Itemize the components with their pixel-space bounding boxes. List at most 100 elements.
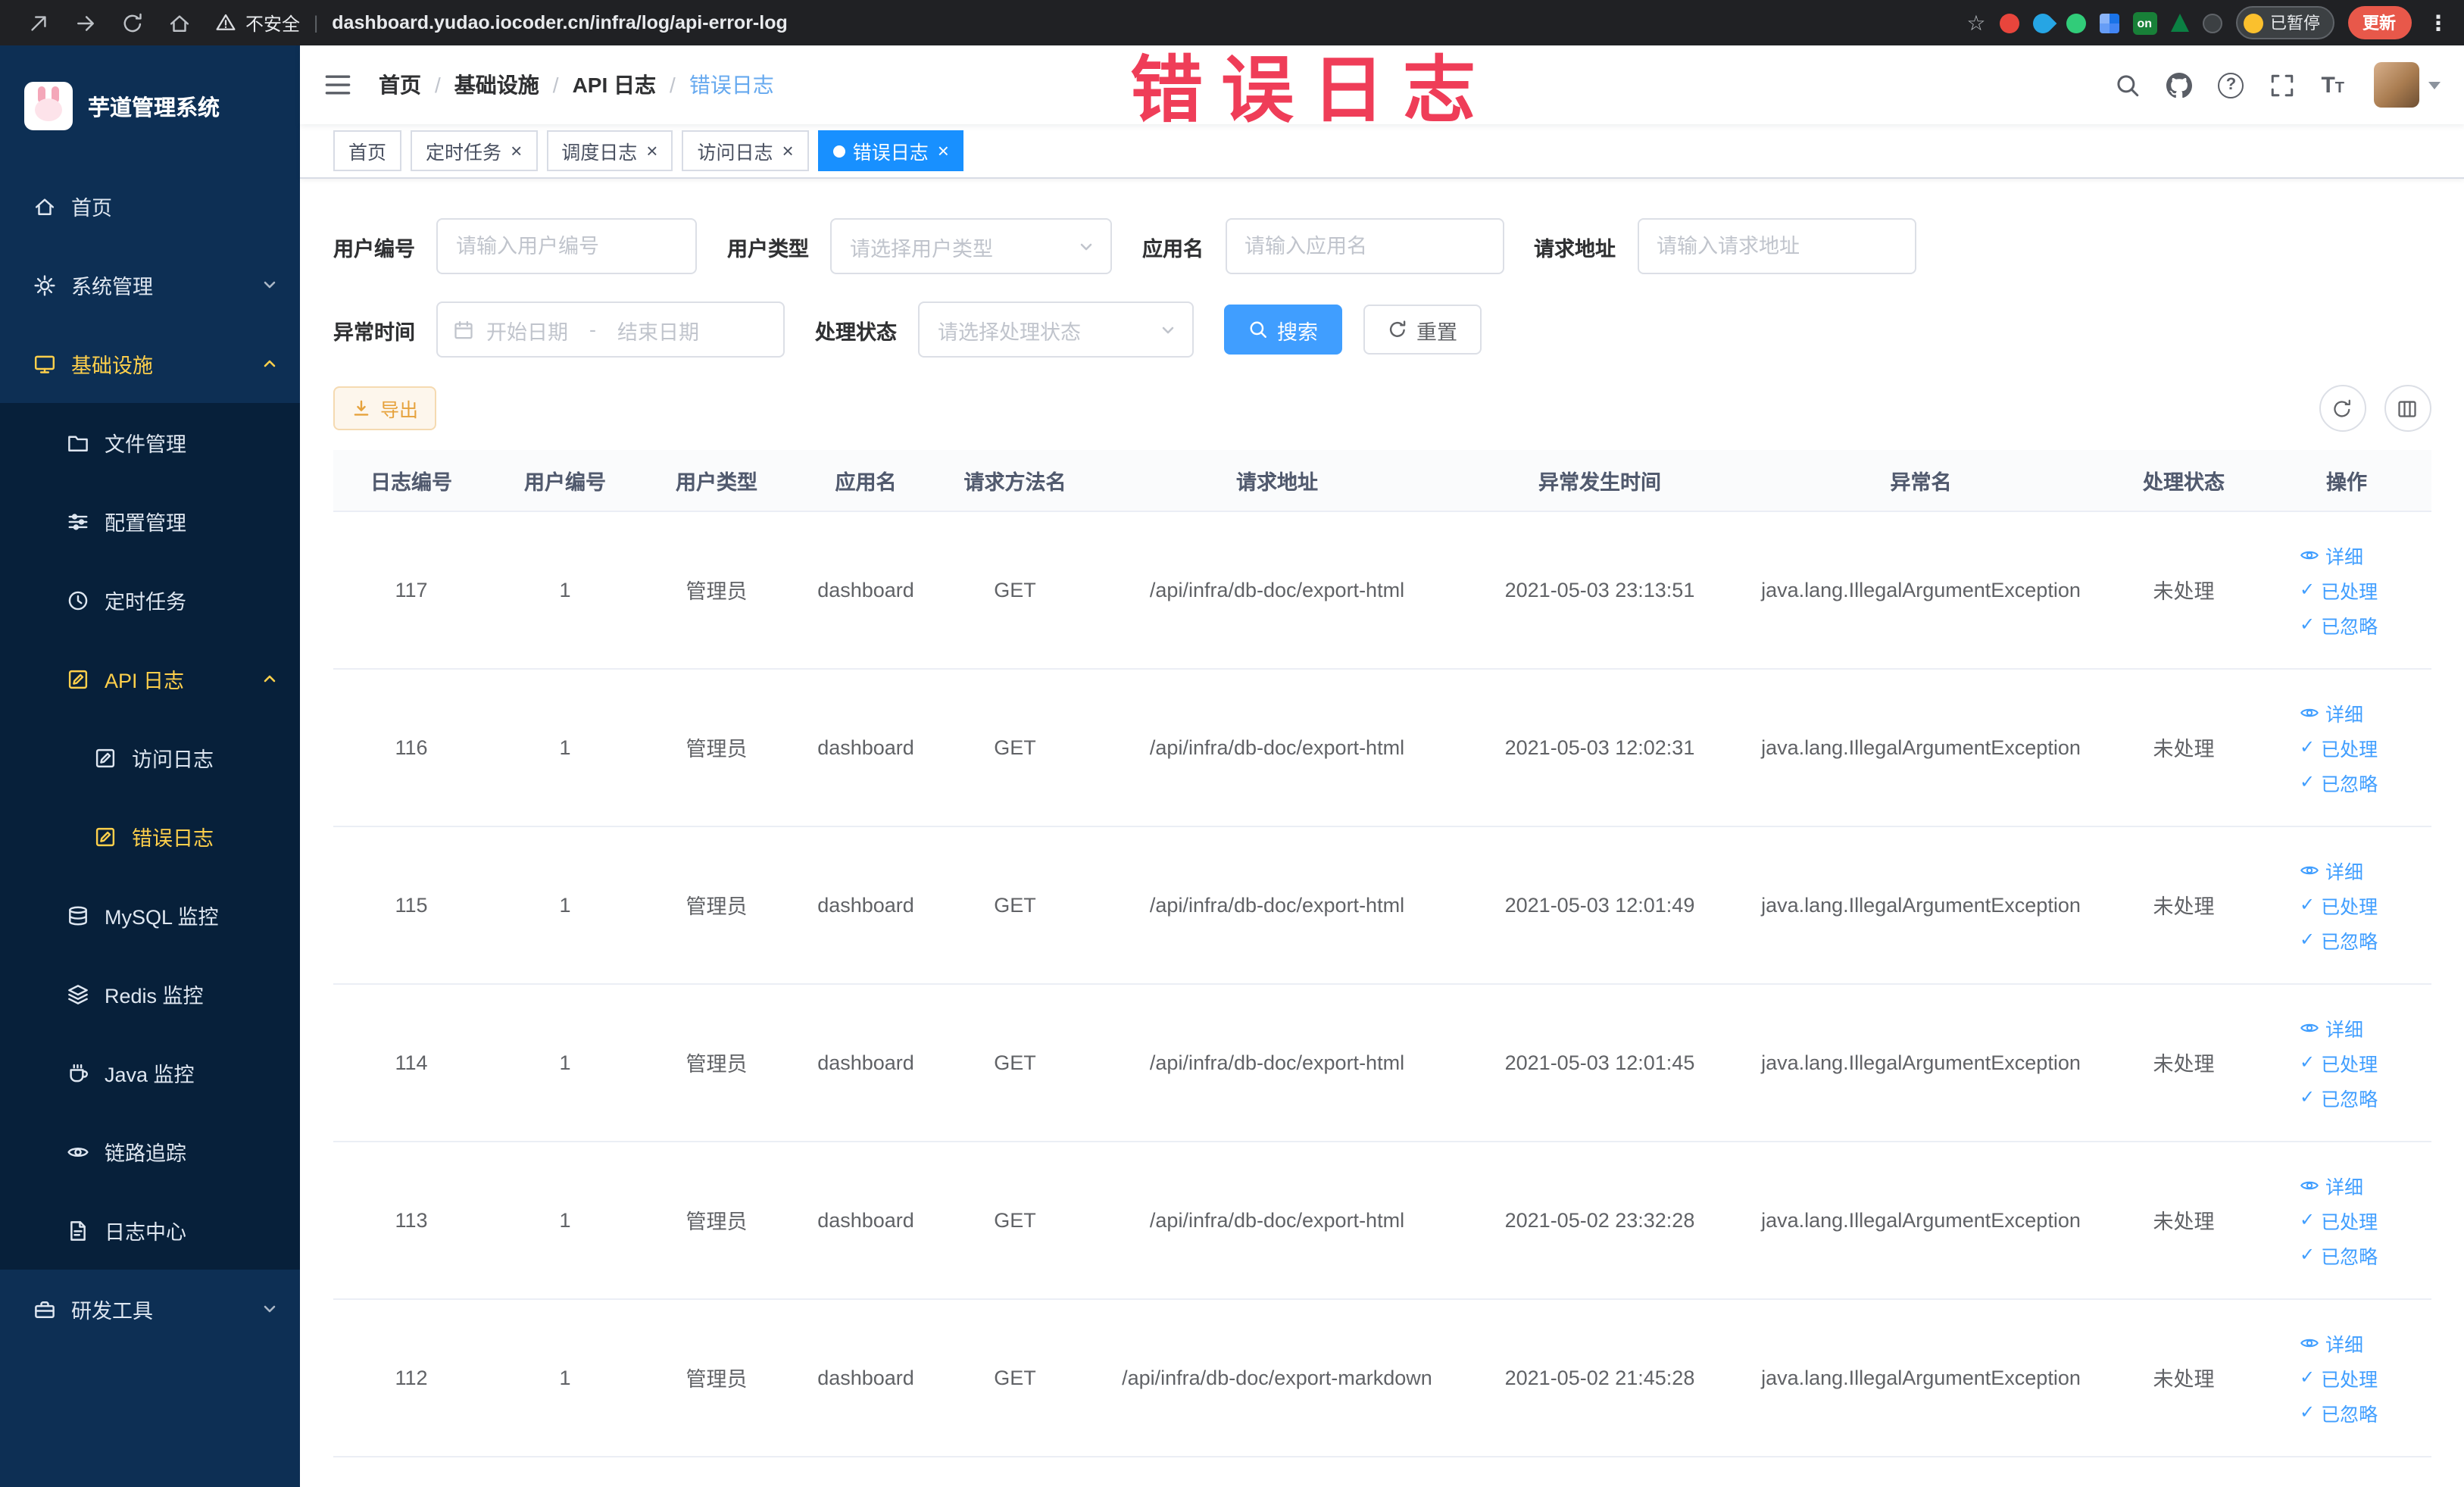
detail-link[interactable]: 详细 (2300, 540, 2363, 569)
sidebar-item-scheduled-jobs[interactable]: 定时任务 (0, 561, 300, 639)
browser-home-icon[interactable] (168, 11, 191, 34)
logo-image (24, 82, 73, 130)
sidebar-item-config-management[interactable]: 配置管理 (0, 482, 300, 561)
sidebar-item-error-log[interactable]: 错误日志 (0, 797, 300, 876)
breadcrumb-separator: / (435, 73, 441, 97)
sidebar-item-file-management[interactable]: 文件管理 (0, 403, 300, 482)
font-size-icon[interactable]: TT (2321, 72, 2344, 98)
sidebar-item-infrastructure[interactable]: 基础设施 (0, 324, 300, 403)
check-icon: ✓ (2300, 894, 2316, 915)
detail-link[interactable]: 详细 (2300, 698, 2363, 726)
user-id-label: 用户编号 (333, 237, 415, 260)
extension-icon[interactable] (2028, 8, 2056, 37)
app-logo[interactable]: 芋道管理系统 (0, 45, 300, 167)
refresh-icon (2331, 398, 2353, 419)
user-menu[interactable] (2373, 62, 2440, 108)
export-button[interactable]: 导出 (333, 386, 437, 430)
calendar-icon (453, 319, 474, 340)
browser-update-button[interactable]: 更新 (2347, 6, 2411, 39)
mark-processed-link[interactable]: ✓ 已处理 (2300, 890, 2378, 919)
app-name-input[interactable] (1225, 218, 1504, 274)
status-badge: 未处理 (2106, 1298, 2262, 1457)
reload-icon[interactable] (121, 11, 144, 34)
detail-link[interactable]: 详细 (2300, 855, 2363, 884)
paused-badge[interactable]: 已暂停 (2235, 6, 2334, 39)
toolbox-icon (33, 1298, 56, 1320)
extension-icon[interactable] (2170, 14, 2188, 32)
fullscreen-icon[interactable] (2269, 72, 2295, 98)
mark-processed-link[interactable]: ✓ 已处理 (2300, 1048, 2378, 1076)
sidebar-item-system-management[interactable]: 系统管理 (0, 245, 300, 324)
extension-on-badge[interactable]: on (2132, 11, 2156, 34)
extension-icon[interactable] (2066, 13, 2086, 33)
sidebar-item-dev-tools[interactable]: 研发工具 (0, 1270, 300, 1348)
breadcrumb-item[interactable]: 基础设施 (454, 70, 539, 100)
column-settings-button[interactable] (2384, 385, 2431, 432)
search-button[interactable]: 搜索 (1224, 305, 1342, 355)
breadcrumb: 首页 / 基础设施 / API 日志 / 错误日志 (379, 70, 774, 100)
detail-link[interactable]: 详细 (2300, 1170, 2363, 1199)
sidebar-item-java-monitor[interactable]: Java 监控 (0, 1033, 300, 1112)
mark-processed-link[interactable]: ✓ 已处理 (2300, 575, 2378, 604)
process-status-select[interactable]: 请选择处理状态 (918, 301, 1194, 358)
navbar-actions: ? TT (2115, 62, 2440, 108)
address-bar[interactable]: 不安全 | dashboard.yudao.iocoder.cn/infra/l… (215, 10, 788, 36)
extension-icon[interactable] (1999, 13, 2019, 33)
mark-ignored-link[interactable]: ✓ 已忽略 (2300, 1398, 2378, 1426)
forward-icon[interactable] (74, 11, 97, 34)
mark-ignored-link[interactable]: ✓ 已忽略 (2300, 1240, 2378, 1269)
main-panel: 首页 / 基础设施 / API 日志 / 错误日志 ? TT 首页 定时任务 ×… (300, 45, 2464, 1487)
tab-scheduled-jobs[interactable]: 定时任务 × (411, 130, 538, 171)
sidebar-item-home[interactable]: 首页 (0, 167, 300, 245)
table-row: 113 1 管理员 dashboard GET /api/infra/db-do… (333, 1141, 2431, 1299)
sidebar-item-access-log[interactable]: 访问日志 (0, 718, 300, 797)
user-id-input[interactable] (436, 218, 697, 274)
document-icon (67, 1219, 89, 1242)
mark-processed-link[interactable]: ✓ 已处理 (2300, 733, 2378, 761)
request-url-input[interactable] (1637, 218, 1916, 274)
sidebar-item-redis-monitor[interactable]: Redis 监控 (0, 954, 300, 1033)
sidebar-item-trace[interactable]: 链路追踪 (0, 1112, 300, 1191)
extension-icon[interactable] (2099, 13, 2119, 33)
tab-access-log[interactable]: 访问日志 × (682, 130, 809, 171)
user-type-select[interactable]: 请选择用户类型 (830, 218, 1112, 274)
exception-time-range-picker[interactable]: 开始日期 - 结束日期 (436, 301, 785, 358)
sidebar-item-api-log[interactable]: API 日志 (0, 639, 300, 718)
breadcrumb-item[interactable]: 首页 (379, 70, 421, 100)
close-icon[interactable]: × (938, 141, 949, 161)
mark-ignored-link[interactable]: ✓ 已忽略 (2300, 767, 2378, 796)
column-header: 操作 (2262, 450, 2431, 511)
mark-ignored-link[interactable]: ✓ 已忽略 (2300, 925, 2378, 954)
refresh-button[interactable] (2319, 385, 2366, 432)
mark-ignored-link[interactable]: ✓ 已忽略 (2300, 610, 2378, 639)
detail-link[interactable]: 详细 (2300, 1013, 2363, 1042)
detail-link[interactable]: 详细 (2300, 1328, 2363, 1357)
reset-button[interactable]: 重置 (1363, 305, 1482, 355)
breadcrumb-item[interactable]: API 日志 (573, 70, 656, 100)
close-icon[interactable]: × (646, 141, 657, 161)
mark-processed-link[interactable]: ✓ 已处理 (2300, 1205, 2378, 1234)
active-dot (832, 145, 845, 157)
column-header: 日志编号 (333, 450, 489, 511)
mark-processed-link[interactable]: ✓ 已处理 (2300, 1363, 2378, 1392)
tab-error-log[interactable]: 错误日志 × (817, 130, 964, 171)
mark-ignored-link[interactable]: ✓ 已忽略 (2300, 1082, 2378, 1111)
close-icon[interactable]: × (782, 141, 794, 161)
tab-home[interactable]: 首页 (333, 130, 402, 171)
github-icon[interactable] (2166, 72, 2192, 98)
breadcrumb-separator: / (552, 73, 559, 97)
extension-icon[interactable] (2202, 13, 2222, 33)
tab-schedule-log[interactable]: 调度日志 × (546, 130, 673, 171)
help-icon[interactable]: ? (2218, 72, 2244, 98)
browser-menu-icon[interactable]: ⋮ (2428, 10, 2449, 36)
bookmark-star-icon[interactable]: ☆ (1966, 12, 1985, 33)
check-icon: ✓ (2300, 579, 2316, 600)
sidebar-item-log-center[interactable]: 日志中心 (0, 1191, 300, 1270)
close-icon[interactable]: × (511, 141, 522, 161)
hamburger-icon[interactable] (324, 71, 351, 98)
column-header: 异常名 (1736, 450, 2106, 511)
sidebar-item-mysql-monitor[interactable]: MySQL 监控 (0, 876, 300, 954)
page-content: 用户编号 用户类型 请选择用户类型 应用名 (300, 179, 2464, 1487)
share-icon[interactable] (27, 11, 50, 34)
search-icon[interactable] (2115, 72, 2141, 98)
